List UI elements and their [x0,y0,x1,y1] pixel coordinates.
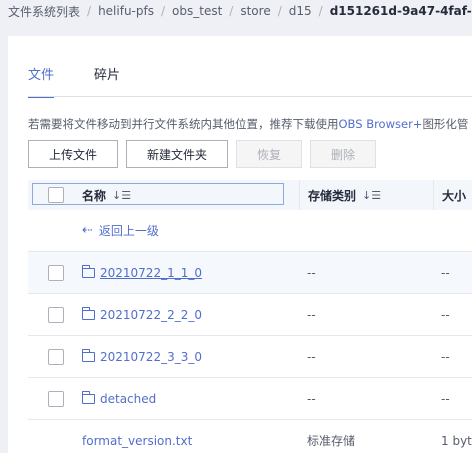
notice-suffix: 图形化管 [422,117,469,131]
tab-fragments[interactable]: 碎片 [94,64,120,86]
breadcrumb-separator: / [229,4,234,18]
storage-class-cell: -- [307,349,316,364]
breadcrumb-item-d15[interactable]: d15 [289,4,312,18]
folder-link[interactable]: detached [81,390,156,406]
size-cell: 1 byte [441,433,472,448]
column-header-name[interactable]: 名称 ↓☰ [82,180,299,210]
column-header-size[interactable]: 大小 ↓☰ [433,180,472,210]
breadcrumb: 文件系统列表 / helifu-pfs / obs_test / store /… [0,0,472,22]
obs-browser-link[interactable]: OBS Browser+ [339,117,423,131]
folder-icon [81,306,95,320]
arrow-left-icon: ⇠ [82,223,93,238]
breadcrumb-separator: / [160,4,166,18]
breadcrumb-separator: / [318,4,323,18]
table-row: format_version.txt 标准存储 1 byte [28,420,472,453]
toolbar: 上传文件 新建文件夹 恢复 删除 [28,140,376,168]
table-header: 名称 ↓☰ 存储类别 ↓☰ 大小 ↓☰ [28,180,472,210]
row-checkbox[interactable] [48,348,64,365]
folder-icon [81,348,95,362]
row-checkbox[interactable] [48,264,64,281]
breadcrumb-item-bucket[interactable]: helifu-pfs [98,4,154,18]
storage-class-cell: -- [307,391,316,406]
folder-icon [81,264,95,278]
tab-divider [28,96,472,97]
size-cell: -- [441,349,450,364]
notice-text: 若需要将文件移动到并行文件系统内其他位置，推荐下载使用OBS Browser+图… [28,116,472,132]
folder-icon [81,390,95,404]
folder-link[interactable]: 20210722_2_2_0 [81,306,202,322]
table-row: 20210722_3_3_0 -- -- [28,336,472,378]
column-header-storage[interactable]: 存储类别 ↓☰ [299,180,433,210]
file-link[interactable]: format_version.txt [82,434,192,448]
breadcrumb-item-filesystems[interactable]: 文件系统列表 [8,3,80,20]
table-row: detached -- -- [28,378,472,420]
folder-link[interactable]: 20210722_3_3_0 [81,348,202,364]
storage-class-cell: -- [307,265,316,280]
breadcrumb-separator: / [277,4,282,18]
back-row: ⇠ 返回上一级 [28,210,472,252]
tab-bar: 文件 碎片 [28,64,120,98]
size-cell: -- [441,391,450,406]
size-cell: -- [441,307,450,322]
breadcrumb-current: d151261d-9a47-4faf-9151-... [329,4,472,18]
new-folder-button[interactable]: 新建文件夹 [126,140,228,168]
storage-class-cell: -- [307,307,316,322]
sort-icon[interactable]: ↓☰ [362,189,381,202]
tab-files[interactable]: 文件 [28,64,55,98]
table-row: 20210722_1_1_0 -- -- [28,252,472,294]
notice-prefix: 若需要将文件移动到并行文件系统内其他位置，推荐下载使用 [28,117,339,131]
breadcrumb-item-obs-test[interactable]: obs_test [172,4,222,18]
sort-icon[interactable]: ↓☰ [112,189,131,202]
folder-link[interactable]: 20210722_1_1_0 [81,264,202,280]
storage-class-cell: 标准存储 [307,434,356,448]
upload-file-button[interactable]: 上传文件 [28,140,118,168]
select-all-checkbox[interactable] [48,187,64,203]
file-table: 名称 ↓☰ 存储类别 ↓☰ 大小 ↓☰ ⇠ 返回上一级 [28,180,472,453]
back-to-parent-link[interactable]: ⇠ 返回上一级 [82,222,159,239]
size-cell: -- [441,265,450,280]
breadcrumb-separator: / [87,4,92,18]
delete-button[interactable]: 删除 [310,140,376,168]
breadcrumb-item-store[interactable]: store [240,4,270,18]
table-row: 20210722_2_2_0 -- -- [28,294,472,336]
row-checkbox[interactable] [48,306,64,323]
row-checkbox[interactable] [48,390,64,407]
content-panel: 文件 碎片 若需要将文件移动到并行文件系统内其他位置，推荐下载使用OBS Bro… [8,36,472,453]
restore-button[interactable]: 恢复 [236,140,302,168]
